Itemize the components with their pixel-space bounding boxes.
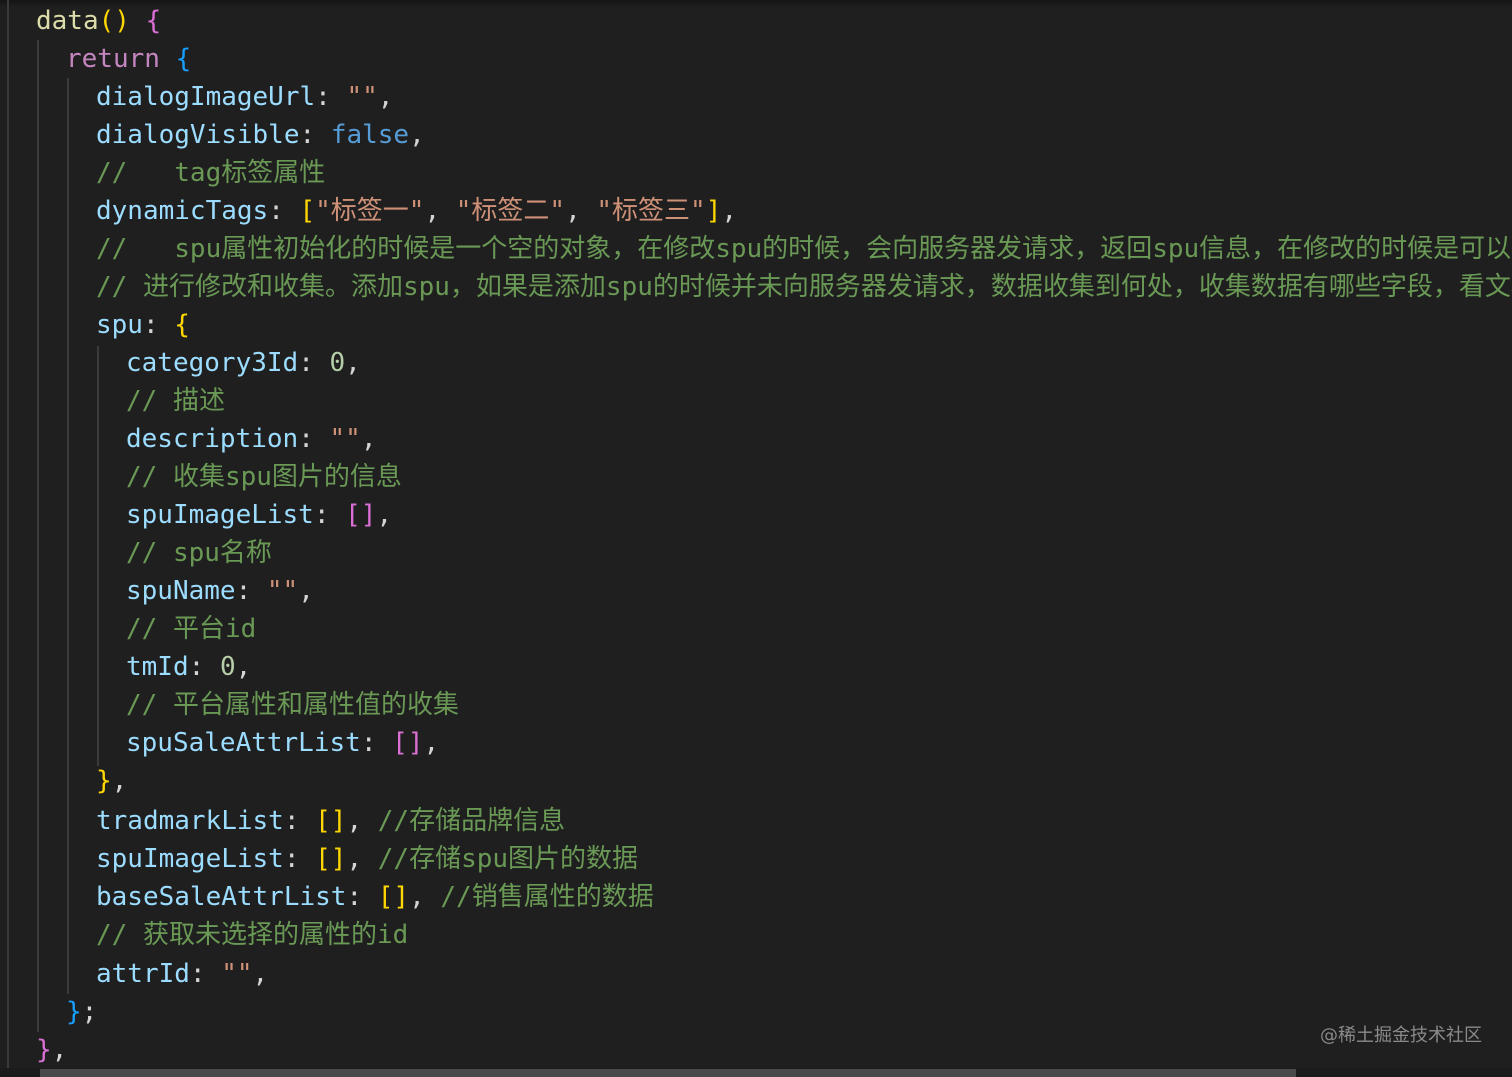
- code-line: return {: [0, 40, 191, 78]
- property-key: baseSaleAttrList: [96, 882, 347, 912]
- brace: {: [174, 310, 190, 340]
- number-value: 0: [329, 348, 346, 378]
- code-line: spu: {: [96, 310, 190, 340]
- bracket: ]: [705, 196, 722, 226]
- string-value: "": [221, 959, 253, 989]
- empty-array: []: [345, 500, 377, 530]
- property-key: description: [126, 424, 299, 454]
- empty-array: []: [392, 728, 424, 758]
- code-line: // 平台id: [0, 610, 256, 648]
- property-key: tmId: [126, 652, 189, 682]
- code-line: // 平台属性和属性值的收集: [0, 686, 459, 724]
- comment: // 描述: [126, 386, 225, 416]
- code-line: spuImageList: [], //存储spu图片的数据: [96, 844, 639, 874]
- code-line: data() {: [0, 2, 161, 40]
- property-key: tradmarkList: [96, 806, 284, 836]
- editor-top-shadow: [0, 0, 1512, 8]
- code-line: spuImageList: [],: [126, 500, 393, 530]
- empty-array: []: [315, 844, 347, 874]
- property-key: dynamicTags: [96, 196, 269, 226]
- property-key: category3Id: [126, 348, 299, 378]
- code-line: // 收集spu图片的信息: [0, 458, 402, 496]
- code-line: dialogVisible: false,: [96, 120, 425, 150]
- string-value: "": [329, 424, 361, 454]
- code-line: // 进行修改和收集。添加spu，如果是添加spu的时候并未向服务器发请求，数据…: [0, 268, 1512, 306]
- code-line: // spu名称: [0, 534, 272, 572]
- property-key: spuImageList: [126, 500, 314, 530]
- code-line: // tag标签属性: [0, 154, 325, 192]
- code-line: description: "",: [126, 424, 377, 454]
- code-line: // 描述: [0, 382, 225, 420]
- bracket: [: [299, 196, 316, 226]
- property-key: dialogVisible: [96, 120, 300, 150]
- code-line: attrId: "",: [96, 959, 269, 989]
- comment: // 进行修改和收集。添加spu，如果是添加spu的时候并未向服务器发请求，数据…: [96, 272, 1512, 302]
- comment: // 获取未选择的属性的id: [96, 920, 409, 950]
- code-line: tmId: 0,: [126, 652, 252, 682]
- property-key: dialogImageUrl: [96, 82, 316, 112]
- empty-array: []: [315, 806, 347, 836]
- brace: }: [66, 997, 82, 1027]
- comment: //销售属性的数据: [440, 882, 654, 912]
- number-value: 0: [219, 652, 236, 682]
- code-line: spuName: "",: [126, 576, 314, 606]
- code-line: tradmarkList: [], //存储品牌信息: [96, 806, 566, 836]
- comment: //存储品牌信息: [377, 806, 566, 836]
- code-line: // 获取未选择的属性的id: [0, 916, 408, 954]
- property-key: spuName: [126, 576, 236, 606]
- comment: // 平台id: [126, 614, 257, 644]
- string-value: "标签一": [315, 196, 425, 226]
- string-value: "标签三": [596, 196, 706, 226]
- code-line: baseSaleAttrList: [], //销售属性的数据: [96, 882, 654, 912]
- code-line: },: [96, 766, 128, 796]
- comment: //存储spu图片的数据: [377, 844, 639, 874]
- brace: {: [145, 6, 162, 36]
- comment: // tag标签属性: [96, 158, 326, 188]
- brace: }: [36, 1035, 52, 1065]
- string-value: "": [266, 576, 299, 606]
- string-value: "标签二": [455, 196, 566, 226]
- code-editor[interactable]: data() { return { dialogImageUrl: "", di…: [0, 0, 1512, 1077]
- code-line: dialogImageUrl: "",: [96, 82, 394, 112]
- code-line: category3Id: 0,: [126, 348, 361, 378]
- function-name: data: [36, 6, 99, 36]
- brace: }: [96, 766, 112, 796]
- property-key: spuImageList: [96, 844, 284, 874]
- boolean-value: false: [330, 120, 410, 150]
- comment: // 收集spu图片的信息: [126, 462, 402, 492]
- code-line: spuSaleAttrList: [],: [126, 728, 440, 758]
- code-line: },: [36, 1035, 68, 1065]
- code-line: };: [66, 997, 98, 1027]
- code-line: // spu属性初始化的时候是一个空的对象，在修改spu的时候，会向服务器发请求…: [0, 230, 1512, 268]
- property-key: spuSaleAttrList: [126, 728, 361, 758]
- brace: {: [175, 44, 192, 74]
- empty-array: []: [377, 882, 410, 912]
- horizontal-scrollbar-thumb[interactable]: [40, 1069, 1296, 1077]
- code-line: dynamicTags: ["标签一", "标签二", "标签三"],: [96, 196, 738, 226]
- property-key: spu: [96, 310, 143, 340]
- watermark: @稀土掘金技术社区: [1320, 1025, 1482, 1046]
- string-value: "": [346, 82, 378, 112]
- keyword: return: [66, 44, 160, 74]
- property-key: attrId: [96, 959, 190, 989]
- paren: (): [98, 6, 130, 36]
- comment: // spu属性初始化的时候是一个空的对象，在修改spu的时候，会向服务器发请求…: [96, 234, 1512, 264]
- comment: // 平台属性和属性值的收集: [126, 690, 459, 720]
- comment: // spu名称: [126, 538, 272, 568]
